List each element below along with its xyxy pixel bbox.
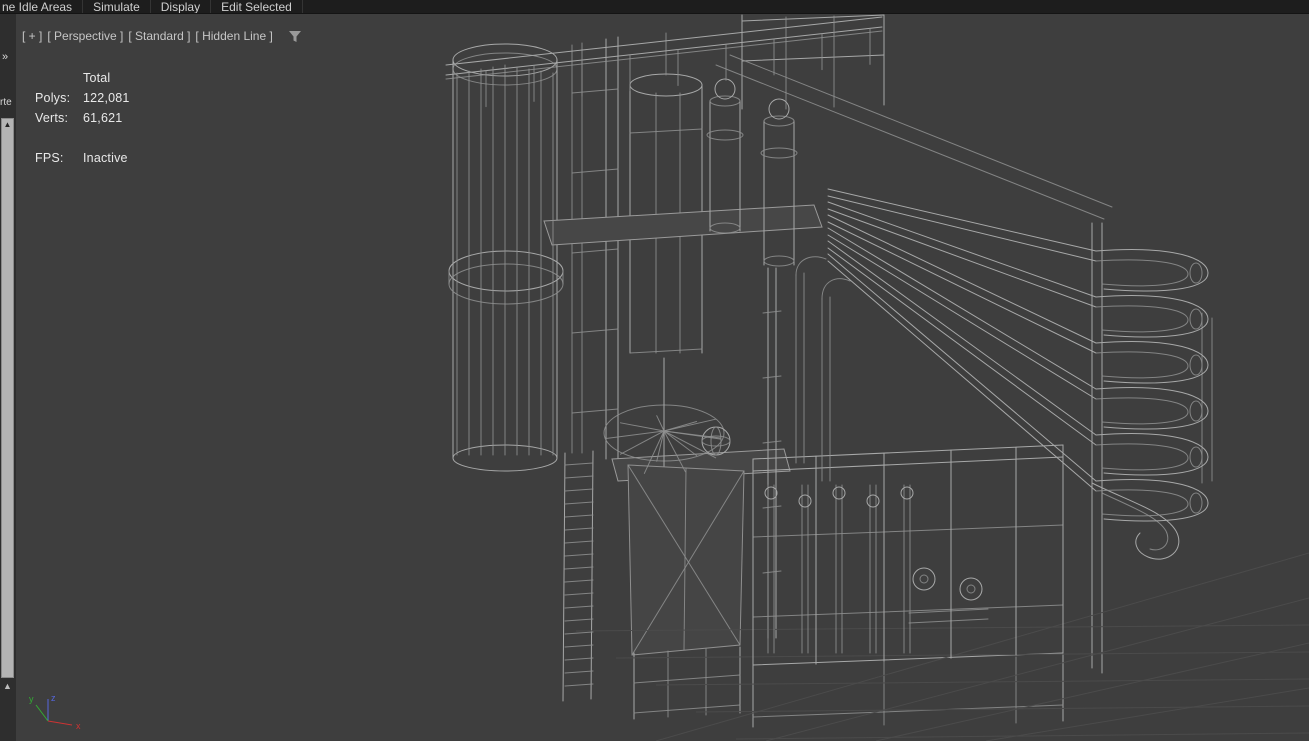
viewport-label: [ + ] [ Perspective ] [ Standard ] [ Hid… [22,29,302,43]
process-columns [706,78,798,267]
central-tower [629,32,703,354]
industrial-plant-wireframe-model [445,14,1309,741]
riser-pipes [795,256,851,482]
menubar: ne Idle Areas Simulate Display Edit Sele… [0,0,1309,14]
axis-y-label: y [29,694,34,704]
stats-polys-value: 122,081 [83,91,130,105]
tank-cylinder [448,43,564,472]
filter-funnel-icon[interactable] [288,30,302,43]
stats-verts-value: 61,621 [83,111,123,125]
expand-panel-chevrons-icon[interactable]: » [2,51,8,63]
viewport-menu-general[interactable]: [ + ] [22,29,42,43]
collapsed-panel-tab[interactable]: rte [0,97,12,108]
world-axis-gizmo: z y x [29,693,81,731]
viewport-menu-renderer[interactable]: [ Standard ] [128,29,190,43]
axis-z-label: z [51,693,56,703]
stats-total-header: Total [83,71,111,85]
stats-fps-value: Inactive [83,151,128,165]
support-columns [571,36,619,460]
viewport-menu-pov[interactable]: [ Perspective ] [47,29,123,43]
scrollbar-up-arrow-icon[interactable]: ▲ [2,119,13,131]
menu-item-idle-areas[interactable]: ne Idle Areas [0,0,84,13]
pipe-rack-rail [715,64,1105,220]
axis-x-label: x [76,721,81,731]
sphere-valve [701,426,731,456]
stats-fps-label: FPS: [35,151,64,165]
viewport-menu-shading[interactable]: [ Hidden Line ] [195,29,272,43]
left-panel-strip: » rte ▲ ▲ [0,13,16,741]
ladder [562,450,594,702]
tower-base-panel [627,464,745,720]
stats-header-row: Total [35,68,130,88]
statistics-overlay: Total Polys: 122,081 Verts: 61,621 FPS: … [35,68,130,168]
stats-verts-row: Verts: 61,621 [35,108,130,128]
top-walkway [445,14,885,110]
pipe-rack-rail [729,54,1113,208]
upper-platform [543,204,823,246]
stats-fps-row: FPS: Inactive [35,148,130,168]
menu-item-display[interactable]: Display [151,0,212,13]
perspective-viewport[interactable]: [ + ] [ Perspective ] [ Standard ] [ Hid… [16,13,1309,741]
stats-polys-row: Polys: 122,081 [35,88,130,108]
menu-item-edit-selected[interactable]: Edit Selected [211,0,303,13]
stats-polys-label: Polys: [35,91,71,105]
menu-item-simulate[interactable]: Simulate [83,0,151,13]
pumps [908,567,989,624]
stats-verts-label: Verts: [35,111,69,125]
scrollbar-bottom-arrow-icon[interactable]: ▲ [1,681,14,691]
panel-scrollbar[interactable]: ▲ [1,118,14,678]
